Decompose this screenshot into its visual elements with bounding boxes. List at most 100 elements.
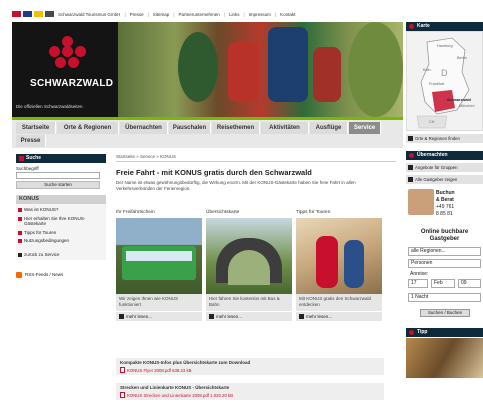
hotline-text: Buchun	[436, 190, 455, 196]
arrow-icon	[19, 156, 24, 161]
flag-de-icon[interactable]	[12, 11, 21, 17]
germany-map[interactable]: Hamburg Berlin Köln D Frankfurt Schwarzw…	[406, 31, 483, 131]
rss-icon	[16, 271, 22, 278]
map-label: D	[441, 68, 448, 78]
nav-uebernachten[interactable]: Übernachten	[120, 122, 168, 134]
konus-menu-item[interactable]: Hier erhalten Sie Ihre KONUS-Gästekarte	[18, 216, 104, 227]
util-link-sitemap[interactable]: Sitemap	[151, 12, 172, 17]
nav-reisethemen[interactable]: Reisethemen	[212, 122, 260, 134]
bullet-icon	[18, 239, 22, 243]
bed-icon	[409, 153, 414, 158]
page-title: Freie Fahrt - mit KONUS gratis durch den…	[116, 168, 312, 177]
arrival-day-select[interactable]: 17	[408, 279, 428, 288]
nav-ausfluege[interactable]: Ausflüge	[310, 122, 348, 134]
booking-widget: Buchun & Berat +49 761 8 85 81 Online bu…	[406, 187, 483, 322]
flag-fr-icon[interactable]	[34, 11, 43, 17]
util-link-kontakt[interactable]: Kontakt	[278, 12, 297, 17]
konus-menu-header: KONUS	[16, 195, 106, 204]
arrow-icon	[409, 330, 414, 335]
teaser-image-hikers[interactable]	[296, 218, 382, 294]
logo-text: SCHWARZWALD	[30, 78, 114, 89]
teaser-title: Ihr Freifahrtschein	[116, 210, 155, 215]
page-intro: Der Name ist etwas gewöhnungsbedürftig, …	[116, 180, 356, 191]
teaser-tipps-touren: Tipps für Touren Mit KONUS gratis den Sc…	[296, 210, 382, 321]
teaser-title: Übersichtskarte	[206, 210, 240, 215]
logo-dot	[75, 46, 86, 57]
tip-image[interactable]	[406, 338, 483, 378]
teaser-caption: Hier fahren Sie kostenlos mit Bus & Bahn	[206, 294, 292, 311]
nav-pauschalen[interactable]: Pauschalen	[169, 122, 211, 134]
util-link-partner[interactable]: Partnerunternehmen	[176, 12, 221, 17]
util-link-impressum[interactable]: Impressum	[247, 12, 273, 17]
hotline-phone: +49 761	[436, 204, 455, 210]
pdf-icon	[120, 392, 125, 398]
logo[interactable]: SCHWARZWALD Die offiziellen Schwarzwalds…	[12, 22, 118, 117]
search-box-header: Suche	[16, 154, 106, 163]
nav-startseite[interactable]: Startseite	[16, 122, 56, 134]
bullet-icon	[18, 208, 22, 212]
download-title: Strecken und Linienkarte KONUS - Übersic…	[120, 385, 230, 390]
nights-select[interactable]: 1 Nacht	[408, 293, 481, 302]
read-more-link[interactable]: mehr lesen...	[296, 311, 382, 321]
site-header: SCHWARZWALD Die offiziellen Schwarzwalds…	[12, 22, 403, 117]
teaser-caption: Wir zeigen Ihnen wie KONUS funktioniert	[116, 294, 202, 311]
utility-bar: Schwarzwald Tourismus GmbH | Presse | Si…	[12, 8, 372, 20]
right-sidebar: Karte Hamburg Berlin Köln D Frankfurt Sc…	[406, 22, 483, 378]
all-hosts-link[interactable]: Alle Gastgeber zeigen	[406, 175, 483, 184]
teaser-caption: Mit KONUS gratis den Schwarzwald entdeck…	[296, 294, 382, 311]
search-book-button[interactable]: Suchen / Buchen	[420, 309, 470, 317]
download-link[interactable]: KONUS Flyer 2008.pdf 638.23 kB	[120, 367, 380, 373]
logo-dot	[55, 57, 66, 68]
arrow-right-icon	[408, 165, 413, 170]
teaser-image-viaduct[interactable]	[206, 218, 292, 294]
arrival-month-select[interactable]: Feb	[431, 279, 455, 288]
nav-presse[interactable]: Presse	[16, 135, 46, 147]
logo-subtitle: Die offiziellen Schwarzwaldseiten	[16, 104, 83, 109]
pdf-icon	[120, 367, 125, 373]
persons-select[interactable]: Personen	[408, 259, 481, 268]
read-more-link[interactable]: mehr lesen...	[116, 311, 202, 321]
map-label: Hamburg	[437, 44, 453, 48]
download-box: Strecken und Linienkarte KONUS - Übersic…	[116, 383, 384, 400]
map-box-header: Karte	[406, 22, 483, 31]
back-to-service-link[interactable]: zurück zu Service	[18, 252, 104, 257]
map-label: CH	[429, 120, 435, 124]
rss-link[interactable]: RSS-Feeds / News	[16, 271, 106, 278]
download-link[interactable]: KONUS Strecken und Linienkarte 2008.pdf …	[120, 392, 380, 398]
teaser-image-tram[interactable]	[116, 218, 202, 294]
arrival-label: Anreise:	[410, 271, 429, 277]
main-content: Startseite » Service » KONUS Freie Fahrt…	[116, 154, 396, 400]
read-more-link[interactable]: mehr lesen...	[206, 311, 292, 321]
breadcrumb[interactable]: Startseite » Service » KONUS	[116, 154, 396, 162]
konus-menu: Was ist KONUS? Hier erhalten Sie Ihre KO…	[16, 204, 106, 260]
util-link-presse[interactable]: Presse	[128, 12, 146, 17]
find-places-link[interactable]: Orte & Regionen finden	[406, 134, 483, 143]
map-label: München	[459, 104, 475, 108]
map-pin-icon	[409, 24, 414, 29]
konus-menu-item[interactable]: Nutzungsbedingungen	[18, 238, 104, 244]
region-select[interactable]: alle Regionen...	[408, 247, 481, 256]
flag-uk-icon[interactable]	[23, 11, 32, 17]
nav-orte-regionen[interactable]: Orte & Regionen	[57, 122, 119, 134]
nav-aktivitaeten[interactable]: Aktivitäten	[261, 122, 309, 134]
hero-image	[118, 22, 403, 117]
util-link-company[interactable]: Schwarzwald Tourismus GmbH	[56, 12, 122, 17]
overnight-box-header: Übernachten	[406, 151, 483, 160]
util-link-links[interactable]: Links	[227, 12, 242, 17]
search-label: Suchbegriff	[16, 166, 39, 171]
teaser-uebersichtskarte: Übersichtskarte Hier fahren Sie kostenlo…	[206, 210, 292, 321]
main-nav: Startseite Orte & Regionen Übernachten P…	[12, 120, 403, 148]
search-button[interactable]: Suche starten	[16, 181, 100, 189]
konus-menu-item[interactable]: Tipps für Touren	[18, 230, 104, 236]
konus-menu-item[interactable]: Was ist KONUS?	[18, 207, 104, 213]
flag-nl-icon[interactable]	[45, 11, 54, 17]
hotline-phone: 8 85 81	[436, 211, 453, 217]
search-input[interactable]	[16, 172, 100, 179]
hotline-photo	[408, 189, 434, 215]
nav-service[interactable]: Service	[349, 122, 381, 134]
map-label: Köln	[423, 68, 431, 72]
groups-offers-link[interactable]: Angebote für Gruppen	[406, 163, 483, 172]
arrival-year-select[interactable]: 09	[458, 279, 481, 288]
map-label: Frankfurt	[429, 82, 445, 86]
logo-dot	[62, 46, 73, 57]
